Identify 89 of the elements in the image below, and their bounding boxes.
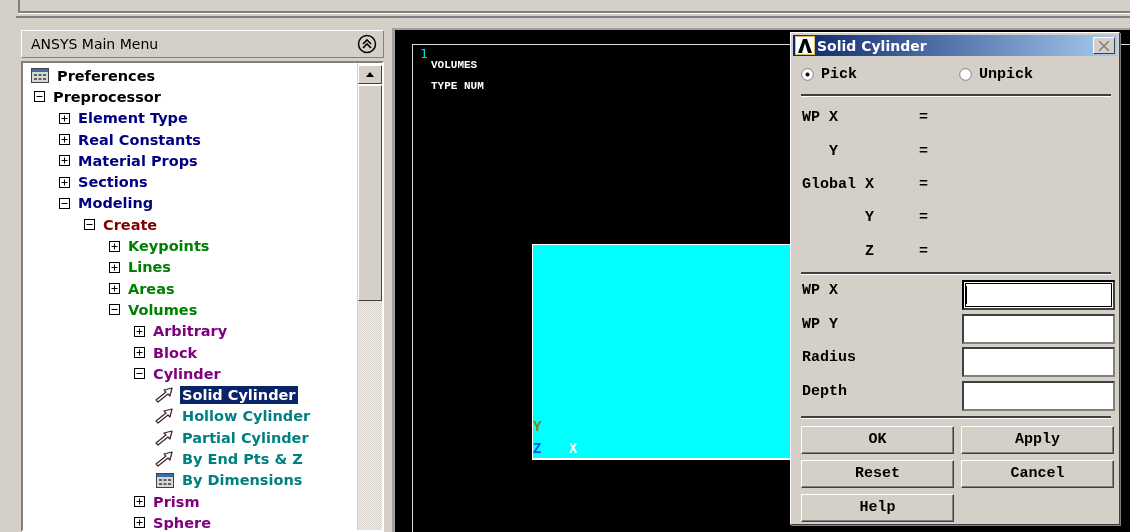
arrow-icon (154, 429, 174, 446)
axis-label: Z (533, 442, 542, 456)
axis-label: X (829, 109, 839, 127)
tree-item[interactable]: Preferences (55, 66, 158, 85)
dialog-button[interactable]: Reset (801, 460, 954, 488)
input-field[interactable] (962, 381, 1115, 412)
radio-label[interactable]: Unpick (979, 66, 1033, 84)
close-button[interactable] (1093, 37, 1115, 55)
plus-box-icon[interactable] (59, 155, 70, 167)
equals-sign: = (919, 176, 928, 194)
tree-item[interactable]: Real Constants (76, 130, 203, 149)
minus-box-icon[interactable] (84, 219, 95, 231)
tree-item[interactable]: By Dimensions (180, 471, 305, 490)
collapse-button[interactable] (357, 34, 377, 54)
scroll-thumb[interactable] (358, 85, 382, 301)
tree-item[interactable]: Lines (126, 258, 173, 277)
readout-label: WP (802, 109, 820, 127)
tree-item[interactable]: By End Pts & Z (180, 450, 305, 468)
radio-label[interactable]: Pick (821, 66, 857, 84)
radio-button[interactable] (959, 68, 972, 82)
close-icon (1098, 40, 1110, 51)
input-field[interactable] (962, 313, 1115, 344)
field-label: Radius (802, 348, 857, 367)
plus-box-icon[interactable] (134, 325, 145, 337)
tree-item[interactable]: Block (151, 343, 200, 362)
dialog-window-icon (156, 472, 174, 488)
tree-item[interactable]: Sections (76, 173, 150, 192)
arrow-icon (154, 408, 174, 425)
axis-label: X (569, 442, 578, 456)
arrow-icon (154, 451, 174, 467)
tree-item[interactable]: Hollow Cylinder (180, 407, 313, 426)
tree-item[interactable]: Prism (151, 492, 202, 511)
equals-sign: = (919, 242, 928, 260)
axis-label: X (865, 176, 875, 194)
axis-label: Y (865, 209, 875, 227)
dialog-title: Solid Cylinder (817, 37, 928, 54)
dialog-button[interactable]: Help (801, 494, 954, 522)
plus-box-icon[interactable] (134, 347, 145, 358)
tree-item[interactable]: Keypoints (126, 237, 212, 255)
field-label: WP Y (802, 314, 839, 333)
tree-item[interactable]: Partial Cylinder (180, 428, 311, 447)
minus-box-icon[interactable] (134, 368, 145, 380)
input-field[interactable] (962, 347, 1115, 378)
tree-item[interactable]: Modeling (76, 194, 156, 213)
tree-item[interactable]: Preprocessor (51, 87, 163, 106)
minus-box-icon[interactable] (59, 197, 70, 209)
axis-label: Y (533, 420, 542, 434)
dialog-window-icon (31, 68, 49, 84)
plus-box-icon[interactable] (134, 517, 145, 529)
dialog-button[interactable]: OK (801, 426, 954, 454)
dialog-button[interactable]: Apply (961, 426, 1114, 454)
minus-box-icon[interactable] (34, 91, 45, 103)
plot-legend-text: TYPE NUM (431, 80, 484, 92)
tree-item[interactable]: Create (101, 215, 160, 234)
tree-item[interactable]: Cylinder (151, 364, 223, 383)
tree-item[interactable]: Solid Cylinder (180, 386, 298, 405)
equals-sign: = (919, 209, 928, 227)
arrow-icon (154, 387, 174, 404)
minus-box-icon[interactable] (109, 304, 120, 316)
plus-box-icon[interactable] (59, 134, 70, 146)
tree-item[interactable]: Sphere (151, 513, 213, 530)
tree-item[interactable]: Volumes (126, 300, 200, 319)
dialog-button[interactable]: Cancel (961, 460, 1114, 488)
axis-label: Y (829, 142, 839, 160)
tree-item[interactable]: Material Props (76, 151, 200, 170)
window-number: 1 (420, 46, 428, 61)
equals-sign: = (919, 109, 928, 127)
app-logo-icon (795, 36, 815, 56)
scroll-up-button[interactable] (358, 65, 382, 84)
plus-box-icon[interactable] (59, 112, 70, 124)
plot-legend-text: VOLUMES (431, 59, 479, 71)
input-field[interactable] (962, 279, 1115, 310)
tree-item[interactable]: Element Type (76, 109, 190, 128)
plus-box-icon[interactable] (59, 176, 70, 188)
panel-title: ANSYS Main Menu (31, 36, 159, 52)
axis-label: Z (865, 242, 875, 260)
field-label: Depth (802, 382, 848, 401)
plus-box-icon[interactable] (109, 283, 120, 295)
plus-box-icon[interactable] (134, 496, 145, 508)
plus-box-icon[interactable] (109, 261, 120, 273)
field-label: WP X (802, 280, 839, 299)
plus-box-icon[interactable] (109, 240, 120, 252)
tree-item[interactable]: Arbitrary (151, 322, 230, 341)
equals-sign: = (919, 142, 928, 160)
readout-label: Global (802, 176, 856, 194)
radio-button[interactable] (801, 68, 814, 82)
scrollbar[interactable] (357, 63, 382, 530)
tree-item[interactable]: Areas (126, 279, 177, 298)
up-arrow-icon (366, 72, 374, 77)
